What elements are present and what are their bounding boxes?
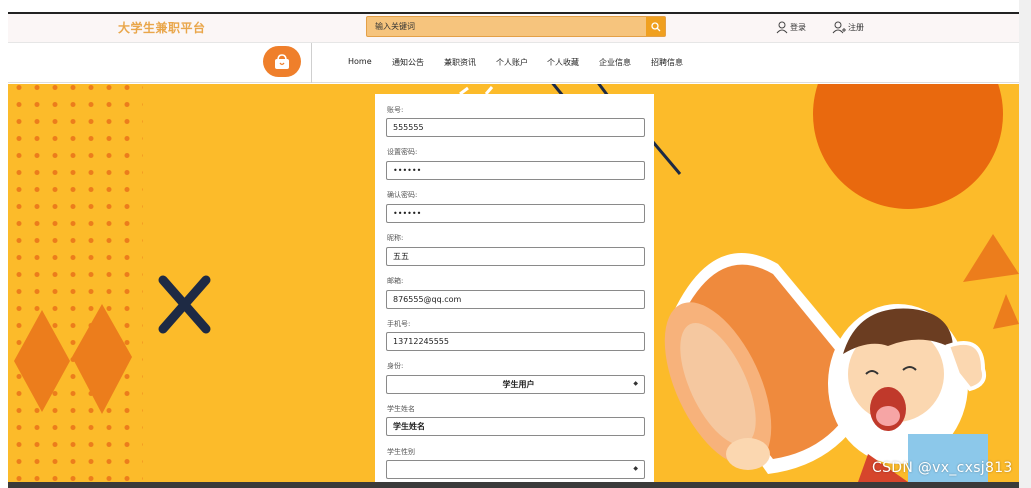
- role-label: 身份:: [387, 362, 404, 370]
- nav-account[interactable]: 个人账户: [496, 57, 528, 68]
- scrollbar[interactable]: [1019, 0, 1031, 488]
- logo[interactable]: [263, 46, 301, 77]
- email-label: 邮箱:: [387, 277, 404, 285]
- register-label: 注册: [848, 23, 864, 32]
- nickname-field[interactable]: 五五: [386, 247, 645, 266]
- x-mark: [158, 275, 211, 334]
- login-label: 登录: [790, 23, 806, 32]
- student-name-field[interactable]: 学生姓名: [386, 417, 645, 436]
- email-field[interactable]: 876555@qq.com: [386, 290, 645, 309]
- phone-label: 手机号:: [387, 320, 411, 328]
- register-link[interactable]: 注册: [832, 21, 864, 34]
- add-user-icon: [832, 21, 846, 34]
- search-icon: [650, 21, 660, 31]
- select-arrow-icon: ◆: [633, 380, 638, 387]
- search-box: [366, 16, 666, 37]
- role-select[interactable]: 学生用户 ◆: [386, 375, 645, 394]
- account-field[interactable]: 555555: [386, 118, 645, 137]
- top-bar: 大学生兼职平台 登录 注册: [8, 12, 1019, 42]
- confirm-password-field[interactable]: ••••••: [386, 204, 645, 223]
- role-select-value: 学生用户: [502, 380, 535, 389]
- search-button[interactable]: [646, 17, 665, 36]
- student-name-label: 学生姓名: [387, 405, 415, 413]
- student-gender-select[interactable]: ◆: [386, 460, 645, 479]
- page: 大学生兼职平台 登录 注册: [0, 0, 1031, 488]
- nav-home[interactable]: Home: [348, 57, 372, 66]
- nav-companies[interactable]: 企业信息: [599, 57, 631, 68]
- site-title: 大学生兼职平台: [118, 21, 206, 35]
- nav-divider: [311, 43, 312, 83]
- login-link[interactable]: 登录: [776, 21, 806, 34]
- nav-notices[interactable]: 通知公告: [392, 57, 424, 68]
- nav-favorites[interactable]: 个人收藏: [547, 57, 579, 68]
- account-label: 账号:: [387, 106, 404, 114]
- watermark: CSDN @vx_cxsj813: [872, 460, 1013, 476]
- nickname-label: 昵称:: [387, 234, 404, 242]
- confirm-password-label: 确认密码:: [387, 191, 418, 199]
- boy-character: [828, 304, 988, 482]
- phone-field[interactable]: 13712245555: [386, 332, 645, 351]
- shopping-bag-icon: [275, 53, 289, 69]
- nav-recruitment[interactable]: 招聘信息: [651, 57, 683, 68]
- diamond-shape: [72, 304, 132, 414]
- password-field[interactable]: ••••••: [386, 161, 645, 180]
- diamond-shape: [14, 310, 70, 412]
- select-arrow-icon: ◆: [633, 465, 638, 472]
- user-icon: [776, 21, 788, 34]
- nav-bar: Home 通知公告 兼职资讯 个人账户 个人收藏 企业信息 招聘信息: [8, 42, 1019, 83]
- nav-job-news[interactable]: 兼职资讯: [444, 57, 476, 68]
- circle-shape: [813, 84, 1003, 209]
- bottom-strip: [8, 482, 1019, 488]
- registration-form: 账号: 555555 设置密码: •••••• 确认密码: •••••• 昵称:…: [375, 94, 654, 486]
- password-label: 设置密码:: [387, 148, 418, 156]
- search-input[interactable]: [367, 17, 645, 36]
- student-gender-label: 学生性别: [387, 448, 415, 456]
